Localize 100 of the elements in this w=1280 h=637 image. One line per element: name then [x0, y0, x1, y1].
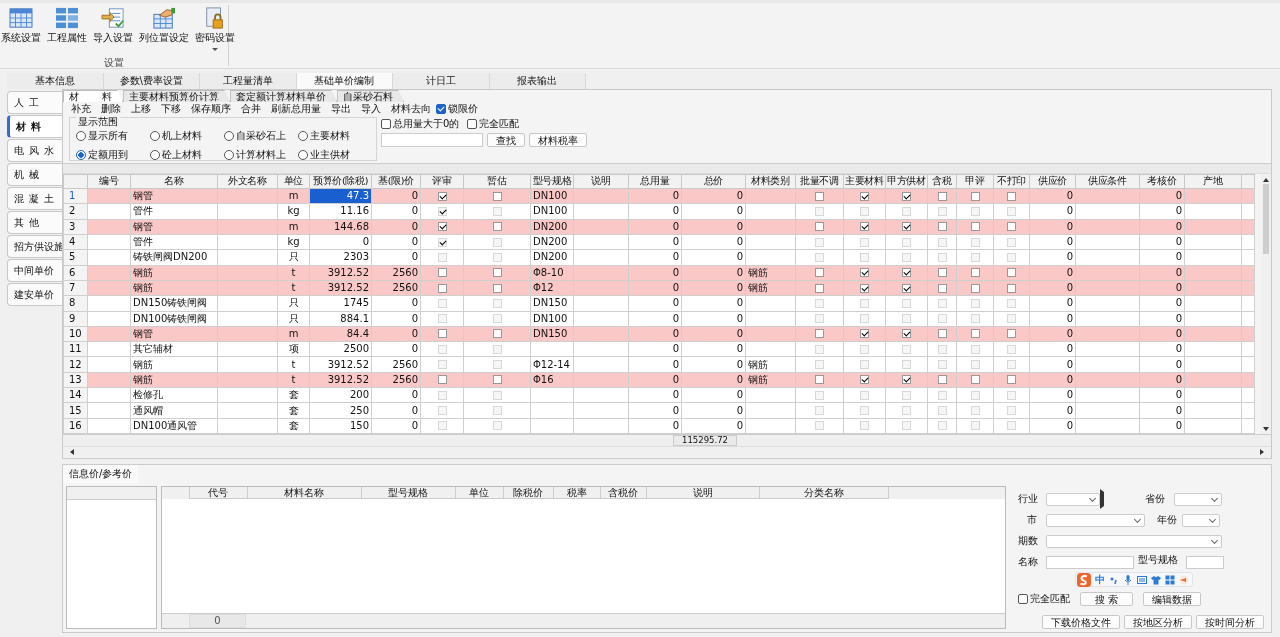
- apps-icon[interactable]: [1165, 574, 1175, 585]
- action-link[interactable]: 材料去向: [386, 102, 436, 115]
- checkbox[interactable]: [937, 329, 947, 339]
- checkbox[interactable]: [970, 375, 980, 385]
- column-header[interactable]: 甲方供材: [885, 174, 928, 189]
- action-link[interactable]: 保存顺序: [186, 102, 236, 115]
- radio-button[interactable]: 计算材料上: [224, 148, 298, 162]
- checkbox[interactable]: [815, 283, 824, 293]
- main-tab[interactable]: 基本信息: [7, 73, 104, 89]
- column-header[interactable]: 主要材料: [843, 174, 886, 189]
- column-header[interactable]: 型号规格: [361, 487, 456, 499]
- checkbox[interactable]: [902, 268, 911, 278]
- checkbox[interactable]: [815, 222, 824, 232]
- action-link[interactable]: 下移: [156, 102, 186, 115]
- search-field[interactable]: [381, 133, 483, 147]
- column-header[interactable]: 基(限)价: [371, 174, 421, 189]
- checkbox[interactable]: [815, 375, 824, 385]
- column-header[interactable]: 产地: [1184, 174, 1242, 189]
- toolbar-button[interactable]: 导入设置: [92, 5, 134, 56]
- column-header[interactable]: 批量不调: [795, 174, 844, 189]
- sub-tab[interactable]: 自采砂石料: [337, 90, 405, 102]
- checkbox[interactable]: [492, 283, 502, 293]
- sub-tab[interactable]: 材 料: [63, 90, 124, 102]
- checkbox[interactable]: [437, 329, 447, 339]
- checkbox[interactable]: [902, 222, 911, 232]
- checkbox[interactable]: [815, 329, 824, 339]
- dropdown[interactable]: [1046, 513, 1145, 527]
- column-header[interactable]: 总用量: [628, 174, 682, 189]
- main-tab[interactable]: 参数\费率设置: [103, 73, 200, 89]
- checkbox[interactable]: [437, 222, 447, 232]
- analysis-button[interactable]: 按地区分析: [1124, 615, 1192, 629]
- side-tab[interactable]: 人 工: [7, 91, 62, 114]
- checkbox[interactable]: [492, 268, 502, 278]
- spec-field[interactable]: [1186, 555, 1224, 569]
- column-header[interactable]: 单位: [455, 487, 504, 499]
- checkbox[interactable]: 完全匹配: [467, 117, 520, 131]
- toolbar-button[interactable]: 系统设置: [0, 5, 42, 56]
- radio-button[interactable]: 砼上材料: [150, 148, 224, 162]
- main-tab[interactable]: 基础单价编制: [296, 73, 393, 89]
- checkbox[interactable]: [492, 191, 502, 201]
- column-header[interactable]: 型号规格: [530, 174, 574, 189]
- checkbox[interactable]: [860, 191, 869, 201]
- action-link[interactable]: 合并: [236, 102, 266, 115]
- column-header[interactable]: 甲评: [956, 174, 994, 189]
- checkbox[interactable]: [1007, 222, 1016, 232]
- checkbox[interactable]: [492, 375, 502, 385]
- checkbox[interactable]: [937, 375, 947, 385]
- radio-button[interactable]: 业主供材: [298, 148, 372, 162]
- column-header[interactable]: 供应条件: [1075, 174, 1140, 189]
- checkbox[interactable]: [860, 283, 869, 293]
- column-header[interactable]: 暂估: [463, 174, 531, 189]
- column-header[interactable]: 材料类别: [745, 174, 796, 189]
- radio-button[interactable]: 机上材料: [150, 129, 224, 143]
- checkbox[interactable]: [860, 222, 869, 232]
- checkbox[interactable]: [437, 191, 447, 201]
- exact-match-checkbox[interactable]: 完全匹配: [1018, 592, 1070, 606]
- column-header[interactable]: 单位: [277, 174, 310, 189]
- checkbox[interactable]: [1007, 329, 1016, 339]
- checkbox[interactable]: [1007, 283, 1016, 293]
- search-button[interactable]: 搜 索: [1080, 592, 1133, 606]
- sub-tab[interactable]: 套定额计算材料单价: [230, 90, 338, 102]
- checkbox[interactable]: [970, 283, 980, 293]
- checkbox[interactable]: [937, 191, 947, 201]
- toolbar-button[interactable]: 列位置设定: [138, 5, 190, 56]
- radio-button[interactable]: 显示所有: [76, 129, 150, 143]
- main-tab[interactable]: 报表输出: [489, 73, 586, 89]
- checkbox[interactable]: [437, 375, 447, 385]
- column-header[interactable]: 供应价: [1029, 174, 1076, 189]
- side-tab[interactable]: 材 料: [7, 115, 62, 138]
- column-header[interactable]: 含税价: [600, 487, 647, 499]
- action-link[interactable]: 删除: [96, 102, 126, 115]
- side-tab[interactable]: 混 凝 土: [7, 187, 62, 210]
- column-header[interactable]: 税率: [553, 487, 601, 499]
- dropdown[interactable]: [1174, 492, 1222, 506]
- toolbar-button[interactable]: 密码设置: [194, 5, 236, 56]
- analysis-button[interactable]: 按时间分析: [1196, 615, 1264, 629]
- microphone-icon[interactable]: [1123, 574, 1133, 585]
- column-header[interactable]: 名称: [130, 174, 218, 189]
- radio-button[interactable]: 自采砂石上: [224, 129, 298, 143]
- find-button[interactable]: 查找: [487, 133, 525, 147]
- checkbox[interactable]: [937, 222, 947, 232]
- column-header[interactable]: 外文名称: [217, 174, 278, 189]
- side-tab[interactable]: 建安单价: [7, 283, 62, 306]
- tax-rate-button[interactable]: 材料税率: [529, 133, 587, 147]
- checkbox[interactable]: [1007, 375, 1016, 385]
- checkbox[interactable]: [815, 191, 824, 201]
- keyboard-icon[interactable]: [1137, 574, 1147, 585]
- column-header[interactable]: 含税: [927, 174, 957, 189]
- checkbox[interactable]: [902, 283, 911, 293]
- column-header[interactable]: 材料名称: [247, 487, 362, 499]
- ime-mode[interactable]: 中: [1095, 574, 1105, 585]
- column-header[interactable]: 预算价(除税): [309, 174, 372, 189]
- dropdown[interactable]: [1182, 513, 1220, 527]
- column-header[interactable]: 分类名称: [759, 487, 889, 499]
- checkbox[interactable]: [860, 375, 869, 385]
- analysis-button[interactable]: 下载价格文件: [1042, 615, 1120, 629]
- toolbar-button[interactable]: 工程属性: [46, 5, 88, 56]
- column-header[interactable]: 编号: [87, 174, 131, 189]
- checkbox[interactable]: [970, 329, 980, 339]
- side-tab[interactable]: 机 械: [7, 163, 62, 186]
